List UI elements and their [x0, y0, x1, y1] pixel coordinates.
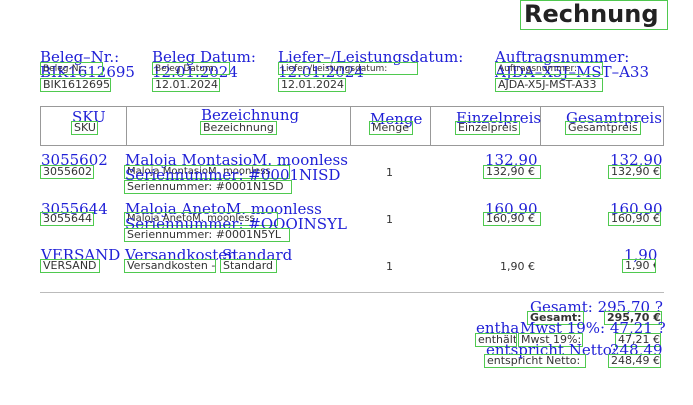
- header-menge: Menge: [369, 121, 413, 135]
- row2-total: 160,90 €: [608, 212, 661, 226]
- col-divider: [350, 106, 351, 146]
- auftrag-label: Auftragsnummer:: [495, 62, 603, 75]
- row1-serial: Seriennummer: #0001N1SD: [124, 180, 292, 194]
- row3-qty: 1: [386, 260, 393, 273]
- row2-qty: 1: [386, 213, 393, 226]
- row1-unit: 132,90 €: [483, 165, 541, 179]
- header-einzelpreis: Einzelpreis: [455, 121, 520, 135]
- col-divider: [430, 106, 431, 146]
- row1-qty: 1: [386, 166, 393, 179]
- row3-unit: 1,90 €: [500, 260, 535, 273]
- row3-name: Versandkosten -: [124, 259, 216, 273]
- beleg-nr-value: BIK1612695: [40, 78, 111, 92]
- header-gesamtpreis: Gesamtpreis: [565, 121, 641, 135]
- row3-name2: Standard: [220, 259, 277, 273]
- lieferdatum-label: Liefer-/Leistungsdatum:: [278, 62, 418, 75]
- row1-sku: 3055602: [40, 165, 94, 179]
- row2-sku: 3055644: [40, 212, 94, 226]
- invoice-title: Rechnung: [520, 0, 668, 30]
- beleg-nr-label: Beleg-Nr.:: [40, 62, 103, 75]
- beleg-datum-value: 12.01.2024: [152, 78, 220, 92]
- row3-total: 1,90 €: [622, 259, 656, 273]
- header-sku: SKU: [71, 121, 98, 135]
- auftrag-value: AJDA-X5J-MST-A33: [495, 78, 603, 92]
- netto-value: 248,49 €: [608, 354, 661, 368]
- col-divider: [126, 106, 127, 146]
- row3-sku: VERSAND: [40, 259, 100, 273]
- row2-serial: Seriennummer: #0001N5YL: [124, 228, 290, 242]
- lieferdatum-value: 12.01.2024: [278, 78, 346, 92]
- row2-unit: 160,90 €: [483, 212, 541, 226]
- row1-total: 132,90 €: [608, 165, 661, 179]
- totals-separator: [40, 292, 664, 293]
- netto-label: entspricht Netto:: [484, 354, 586, 368]
- beleg-datum-label: Beleg Datum:: [152, 62, 230, 75]
- header-bezeichnung: Bezeichnung: [200, 121, 277, 135]
